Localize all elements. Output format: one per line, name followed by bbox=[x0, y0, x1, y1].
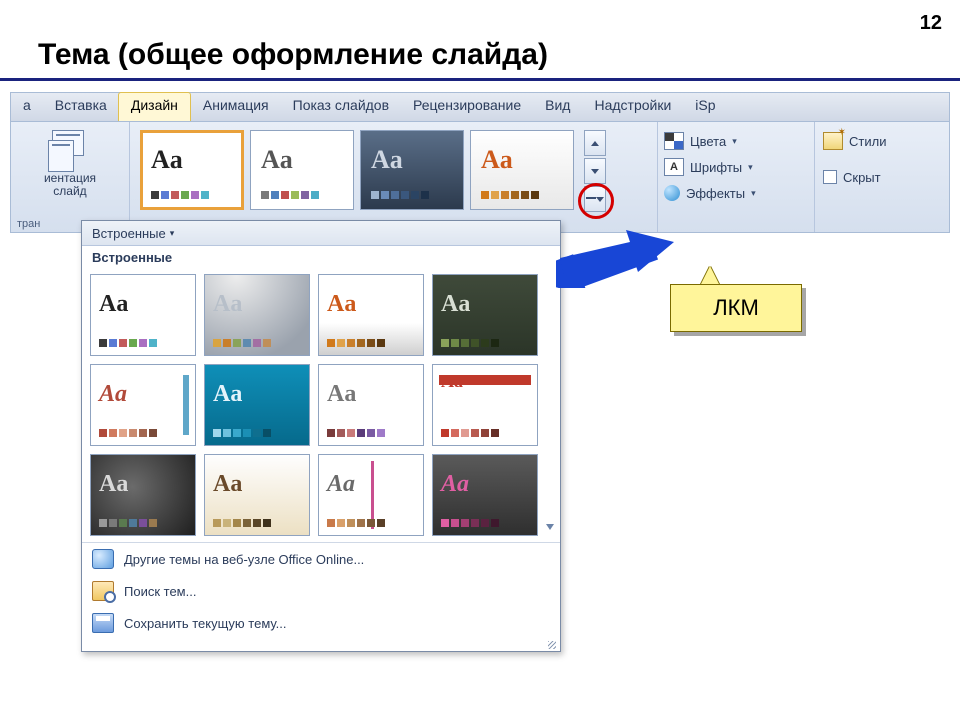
ribbon-tab[interactable]: Рецензирование bbox=[401, 93, 533, 121]
ribbon-tab[interactable]: Дизайн bbox=[118, 92, 191, 121]
styles-label: Стили bbox=[849, 134, 886, 149]
gallery-theme-thumbnail[interactable]: Aa bbox=[204, 364, 310, 446]
gallery-theme-thumbnail[interactable]: Aa bbox=[318, 454, 424, 536]
chevron-down-icon: ▾ bbox=[748, 162, 753, 173]
ribbon-tab[interactable]: Анимация bbox=[191, 93, 281, 121]
ribbon-tabs: аВставкаДизайнАнимацияПоказ слайдовРецен… bbox=[10, 92, 950, 121]
page-number: 12 bbox=[920, 12, 942, 35]
colors-label: Цвета bbox=[690, 134, 726, 149]
orientation-icon[interactable] bbox=[48, 130, 92, 170]
themes-scroll-down[interactable] bbox=[584, 158, 606, 184]
gallery-theme-thumbnail[interactable]: Aa bbox=[318, 274, 424, 356]
themes-gallery-dropdown: Встроенные ▾ Встроенные AaAaAaAaAaAaAaAa… bbox=[81, 220, 561, 652]
gallery-theme-thumbnail[interactable]: Aa bbox=[90, 364, 196, 446]
callout-tail bbox=[700, 266, 720, 286]
slide-title: Тема (общее оформление слайда) bbox=[38, 38, 548, 71]
ribbon-tab[interactable]: а bbox=[11, 93, 43, 121]
save-theme[interactable]: Сохранить текущую тему... bbox=[82, 607, 560, 639]
gallery-header-label: Встроенные bbox=[92, 226, 166, 241]
gallery-subheader: Встроенные bbox=[82, 246, 560, 268]
gallery-footer: Другие темы на веб-узле Office Online...… bbox=[82, 542, 560, 639]
fonts-icon: A bbox=[664, 158, 684, 176]
ribbon-tab[interactable]: iSp bbox=[683, 93, 727, 121]
group-themes: AaAaAaAa bbox=[130, 122, 658, 232]
hide-label: Скрыт bbox=[843, 170, 881, 185]
themes-expand-button[interactable] bbox=[584, 186, 606, 212]
title-rule bbox=[0, 78, 960, 81]
gallery-theme-thumbnail[interactable]: Aa bbox=[432, 454, 538, 536]
group-theme-options: Цвета ▾ A Шрифты ▾ Эффекты ▾ bbox=[658, 122, 815, 232]
fonts-button[interactable]: A Шрифты ▾ bbox=[664, 154, 808, 180]
group-background: Стили Скрыт bbox=[815, 122, 949, 232]
gallery-grid: AaAaAaAaAaAaAaAaAaAaAaAa bbox=[82, 268, 560, 542]
gallery-theme-thumbnail[interactable]: Aa bbox=[432, 364, 538, 446]
theme-thumbnail[interactable]: Aa bbox=[470, 130, 574, 210]
styles-icon bbox=[823, 132, 843, 150]
gallery-theme-thumbnail[interactable]: Aa bbox=[204, 454, 310, 536]
browse-themes[interactable]: Поиск тем... bbox=[82, 575, 560, 607]
search-icon bbox=[92, 581, 114, 601]
save-icon bbox=[92, 613, 114, 633]
effects-button[interactable]: Эффекты ▾ bbox=[664, 180, 808, 206]
colors-icon bbox=[664, 132, 684, 150]
resize-grip[interactable] bbox=[82, 639, 560, 651]
ribbon: аВставкаДизайнАнимацияПоказ слайдовРецен… bbox=[10, 92, 950, 233]
gallery-theme-thumbnail[interactable]: Aa bbox=[318, 364, 424, 446]
more-themes-online[interactable]: Другие темы на веб-узле Office Online... bbox=[82, 543, 560, 575]
ribbon-body: иентация слайд тран AaAaAaAa Цвета ▾ A Ш… bbox=[10, 121, 950, 233]
browse-themes-label: Поиск тем... bbox=[124, 584, 196, 599]
gallery-theme-thumbnail[interactable]: Aa bbox=[90, 454, 196, 536]
themes-scroll-up[interactable] bbox=[584, 130, 606, 156]
gallery-theme-thumbnail[interactable]: Aa bbox=[432, 274, 538, 356]
ribbon-tab[interactable]: Вставка bbox=[43, 93, 119, 121]
annotation-arrow bbox=[556, 234, 676, 288]
effects-icon bbox=[664, 185, 680, 201]
group-footer-page-setup: тран bbox=[17, 218, 40, 230]
ribbon-tab[interactable]: Вид bbox=[533, 93, 582, 121]
theme-row: AaAaAaAa bbox=[140, 130, 647, 212]
effects-label: Эффекты bbox=[686, 186, 745, 201]
ribbon-tab[interactable]: Надстройки bbox=[582, 93, 683, 121]
save-theme-label: Сохранить текущую тему... bbox=[124, 616, 286, 631]
theme-thumbnail[interactable]: Aa bbox=[360, 130, 464, 210]
background-styles-button[interactable]: Стили bbox=[823, 128, 941, 154]
gallery-scroll-down[interactable] bbox=[543, 520, 557, 534]
gallery-theme-thumbnail[interactable]: Aa bbox=[90, 274, 196, 356]
group-page-setup: иентация слайд тран bbox=[11, 122, 130, 232]
callout-lkm: ЛКМ bbox=[670, 284, 802, 332]
fonts-label: Шрифты bbox=[690, 160, 742, 175]
checkbox-icon bbox=[823, 170, 837, 184]
gallery-header[interactable]: Встроенные ▾ bbox=[82, 221, 560, 246]
theme-gallery-spinner bbox=[584, 130, 606, 212]
ribbon-tab[interactable]: Показ слайдов bbox=[281, 93, 401, 121]
orientation-label: иентация слайд bbox=[21, 172, 119, 197]
chevron-down-icon: ▾ bbox=[732, 136, 737, 147]
annotation-arrow bbox=[556, 228, 676, 284]
chevron-down-icon: ▾ bbox=[751, 188, 756, 199]
globe-icon bbox=[92, 549, 114, 569]
colors-button[interactable]: Цвета ▾ bbox=[664, 128, 808, 154]
gallery-theme-thumbnail[interactable]: Aa bbox=[204, 274, 310, 356]
theme-thumbnail[interactable]: Aa bbox=[140, 130, 244, 210]
hide-graphics-checkbox[interactable]: Скрыт bbox=[823, 164, 941, 190]
more-themes-label: Другие темы на веб-узле Office Online... bbox=[124, 552, 364, 567]
theme-thumbnail[interactable]: Aa bbox=[250, 130, 354, 210]
chevron-down-icon: ▾ bbox=[170, 228, 175, 239]
